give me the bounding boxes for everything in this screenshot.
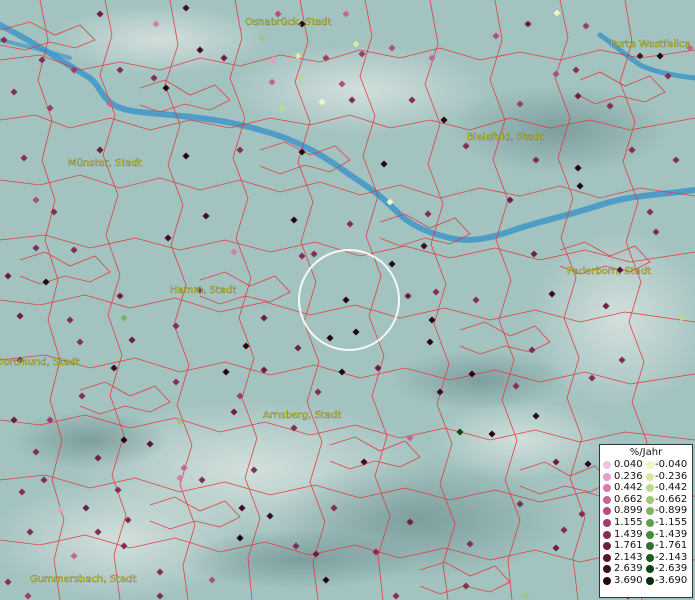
legend-row: 0.040 -0.040 [600,459,692,471]
legend-row: 0.442 -0.442 [600,482,692,494]
legend-swatch-positive [603,495,611,504]
city-label-bielefeld: Bielefeld, Stadt [467,132,544,143]
legend-label-positive: 1.439 [614,528,643,540]
legend-label-negative: -0.236 [655,470,688,482]
legend-swatch-negative [646,530,654,539]
legend-swatch-negative [646,495,654,504]
legend-label-positive: 0.236 [614,470,643,482]
legend-label-positive: 0.899 [614,505,643,517]
city-label-dortmund: Dortmund, Stadt [0,357,80,368]
legend-swatch-positive [603,553,611,562]
legend-label-negative: -0.040 [655,459,688,470]
legend-swatch-positive [603,472,611,481]
legend-label-negative: -1.439 [655,528,688,540]
legend-swatch-positive [603,565,611,574]
city-label-muenster: Münster, Stadt [68,158,142,169]
legend-label-negative: -1.761 [655,540,688,552]
legend-row: 1.155 -1.155 [600,517,692,529]
legend-label-negative: -2.639 [655,563,688,575]
legend-title: %/Jahr [629,447,663,458]
legend-swatch-positive [603,530,611,539]
legend-row: 0.236 -0.236 [600,471,692,483]
city-label-porta-westfalica: Porta Westfalica [610,39,691,50]
legend-label-positive: 3.690 [614,574,643,586]
legend-label-positive: 0.040 [614,459,643,470]
legend-row: 0.662 -0.662 [600,494,692,506]
city-label-arnsberg: Arnsberg, Stadt [263,410,341,421]
legend-label-negative: -1.155 [655,516,688,528]
legend-label-positive: 1.155 [614,516,643,528]
city-label-gummersbach: Gummersbach, Stadt [30,574,136,585]
map-canvas[interactable]: Osnabrück, Stadt Porta Westfalica Bielef… [0,0,695,600]
legend-swatch-negative [646,576,654,585]
legend-swatch-negative [646,565,654,574]
legend-label-positive: 1.761 [614,540,643,552]
city-label-hamm: Hamm, Stadt [170,285,236,296]
legend-swatch-negative [646,553,654,562]
legend-label-negative: -2.143 [655,551,688,563]
legend-rows: 0.040 -0.040 0.236 -0.236 0.442 -0.442 0.662 -0… [600,459,692,587]
legend-swatch-negative [646,542,654,551]
city-label-paderborn: Paderborn, Stadt [567,266,651,277]
legend-swatch-positive [603,542,611,551]
legend-label-negative: -0.899 [655,505,688,517]
legend-swatch-positive [603,507,611,516]
legend-row: 0.899 -0.899 [600,505,692,517]
legend: %/Jahr 0.040 -0.040 0.236 -0.236 0.442 -0.442… [599,444,693,598]
legend-row: 1.439 -1.439 [600,529,692,541]
legend-swatch-negative [646,461,654,469]
legend-swatch-positive [603,518,611,527]
legend-row: 2.143 -2.143 [600,552,692,564]
city-label-osnabrueck: Osnabrück, Stadt [245,17,332,28]
legend-swatch-positive [603,484,611,493]
legend-row: 3.690 -3.690 [600,575,692,587]
legend-swatch-positive [603,576,611,585]
legend-label-positive: 2.639 [614,563,643,575]
legend-label-negative: -3.690 [655,574,688,586]
legend-label-negative: -0.442 [655,482,688,494]
legend-row: 1.761 -1.761 [600,540,692,552]
legend-swatch-negative [646,507,654,516]
legend-swatch-negative [646,484,654,493]
legend-label-negative: -0.662 [655,493,688,505]
legend-label-positive: 2.143 [614,551,643,563]
legend-swatch-negative [646,472,654,481]
legend-label-positive: 0.662 [614,493,643,505]
legend-row: 2.639 -2.639 [600,563,692,575]
legend-swatch-negative [646,518,654,527]
legend-label-positive: 0.442 [614,482,643,494]
legend-swatch-positive [603,461,611,469]
